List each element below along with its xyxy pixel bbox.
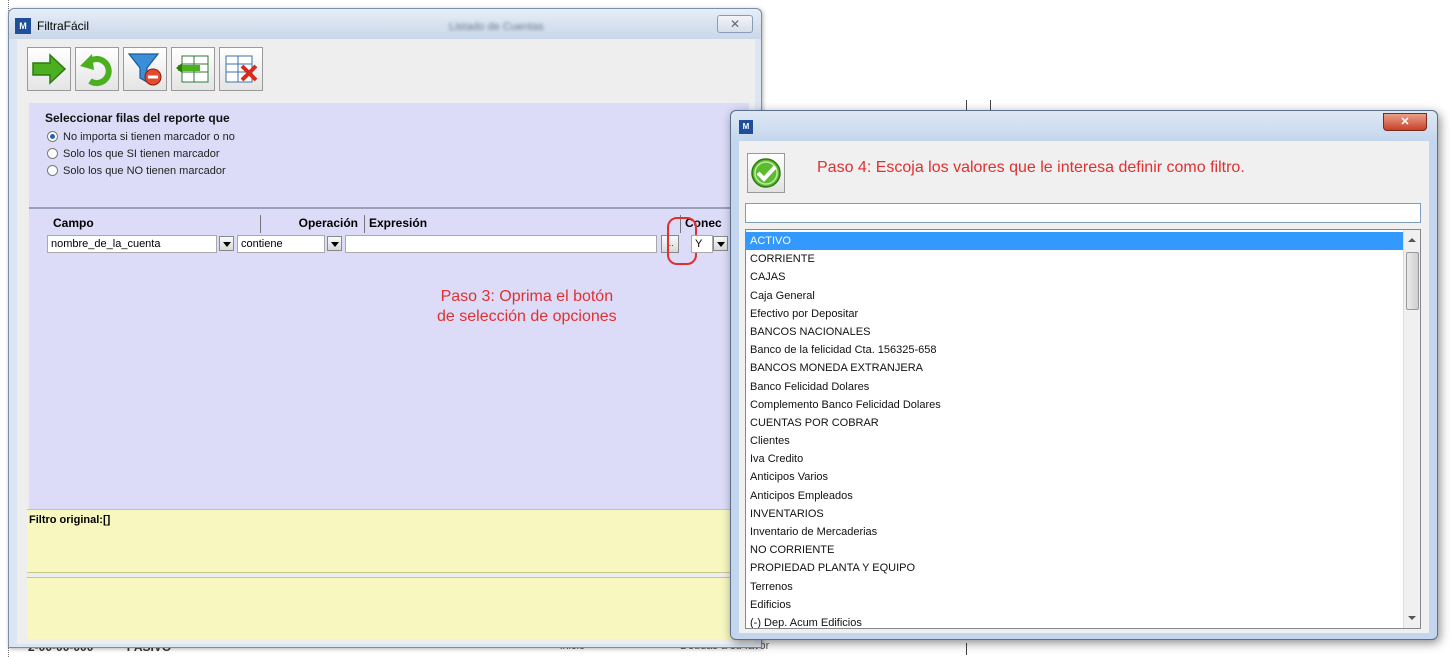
row-selection-panel: Seleccionar filas del reporte que No imp…	[29, 103, 749, 207]
filtrafacil-window: M FiltraFácil Listado de Cuentas ✕ Selec…	[8, 8, 762, 648]
list-item[interactable]: Efectivo por Depositar	[746, 305, 1406, 323]
radio-button[interactable]	[47, 131, 58, 142]
delete-row-button[interactable]	[219, 47, 263, 91]
list-item[interactable]: CORRIENTE	[746, 250, 1406, 268]
list-item[interactable]: BANCOS NACIONALES	[746, 323, 1406, 341]
apply-filter-button[interactable]	[27, 47, 71, 91]
window-titlebar[interactable]: M FiltraFácil Listado de Cuentas ✕	[9, 9, 761, 39]
insert-row-icon	[176, 55, 209, 83]
dialog-titlebar[interactable]: M ✕	[731, 111, 1437, 141]
list-item[interactable]: Anticipos Empleados	[746, 487, 1406, 505]
list-item[interactable]: Clientes	[746, 432, 1406, 450]
funnel-remove-icon	[127, 53, 162, 86]
scroll-thumb[interactable]	[1406, 252, 1419, 310]
dialog-close-button[interactable]: ✕	[1383, 113, 1427, 131]
annotation-line: de selección de opciones	[437, 308, 617, 325]
list-item[interactable]: CAJAS	[746, 268, 1406, 286]
accept-button[interactable]	[747, 153, 785, 193]
undo-button[interactable]	[75, 47, 119, 91]
list-item[interactable]: PROPIEDAD PLANTA Y EQUIPO	[746, 559, 1406, 577]
radio-label: Solo los que NO tienen marcador	[63, 165, 226, 177]
operacion-select[interactable]: contiene	[237, 235, 325, 253]
scroll-up-icon[interactable]	[1408, 238, 1416, 242]
radio-option-any[interactable]: No importa si tienen marcador o no	[47, 131, 235, 145]
list-item[interactable]: CUENTAS POR COBRAR	[746, 414, 1406, 432]
list-item[interactable]: Edificios	[746, 596, 1406, 614]
close-button[interactable]: ✕	[717, 15, 753, 33]
dialog-body: Paso 4: Escoja los valores que le intere…	[739, 141, 1429, 633]
window-title: FiltraFácil	[37, 19, 90, 33]
list-item[interactable]: ACTIVO	[746, 232, 1406, 251]
list-item[interactable]: INVENTARIOS	[746, 505, 1406, 523]
list-item[interactable]: Iva Credito	[746, 450, 1406, 468]
conec-dropdown-button[interactable]	[713, 236, 728, 251]
scroll-down-icon[interactable]	[1408, 616, 1416, 620]
radio-button[interactable]	[47, 165, 58, 176]
value-search-input[interactable]	[745, 203, 1421, 223]
values-list-items: ACTIVO CORRIENTE CAJAS Caja General Efectivo…	[746, 232, 1406, 628]
selection-heading: Seleccionar filas del reporte que	[45, 111, 230, 125]
campo-dropdown-button[interactable]	[219, 236, 234, 251]
app-icon: M	[739, 120, 753, 134]
list-item[interactable]: NO CORRIENTE	[746, 541, 1406, 559]
list-item[interactable]: Inventario de Mercaderias	[746, 523, 1406, 541]
column-header-expresion[interactable]: Expresión	[365, 215, 681, 233]
annotation-line: Paso 3: Oprima el botón	[440, 288, 614, 305]
value-picker-dialog: M ✕ Paso 4: Escoja los valores que le in…	[730, 110, 1438, 640]
vertical-scrollbar[interactable]	[1403, 230, 1420, 628]
report-tick	[966, 643, 967, 655]
operacion-dropdown-button[interactable]	[327, 236, 342, 251]
list-item[interactable]: Caja General	[746, 287, 1406, 305]
values-listbox[interactable]: ACTIVO CORRIENTE CAJAS Caja General Efectivo…	[745, 229, 1421, 629]
green-arrow-right-icon	[32, 53, 67, 85]
list-item[interactable]: BANCOS MONEDA EXTRANJERA	[746, 359, 1406, 377]
radio-option-with-marker[interactable]: Solo los que SI tienen marcador	[47, 148, 220, 162]
delete-row-icon	[225, 55, 258, 83]
window-body: Seleccionar filas del reporte que No imp…	[17, 39, 755, 644]
paso4-instruction: Paso 4: Escoja los valores que le intere…	[817, 159, 1245, 176]
remove-filter-button[interactable]	[123, 47, 167, 91]
column-header-operacion[interactable]: Operación	[261, 215, 365, 233]
undo-arrow-icon	[80, 54, 112, 86]
radio-label: No importa si tienen marcador o no	[63, 131, 235, 143]
radio-option-without-marker[interactable]: Solo los que NO tienen marcador	[47, 165, 226, 179]
green-check-icon	[751, 158, 781, 188]
campo-select[interactable]: nombre_de_la_cuenta	[47, 235, 217, 253]
list-item[interactable]: Banco Felicidad Dolares	[746, 378, 1406, 396]
filter-grid-panel: Campo Operación Expresión Conec nombre_d…	[29, 207, 749, 509]
list-item[interactable]: Anticipos Varios	[746, 468, 1406, 486]
toolbar	[17, 39, 755, 103]
grid-header: Campo Operación Expresión Conec	[39, 215, 741, 233]
list-item[interactable]: Banco de la felicidad Cta. 156325-658	[746, 341, 1406, 359]
original-filter-label: Filtro original:[]	[29, 514, 111, 526]
insert-row-button[interactable]	[171, 47, 215, 91]
list-item[interactable]: Complemento Banco Felicidad Dolares	[746, 396, 1406, 414]
expresion-input[interactable]	[345, 235, 657, 253]
list-item[interactable]: Terrenos	[746, 578, 1406, 596]
filter-preview-panel[interactable]	[27, 577, 751, 639]
original-filter-panel: Filtro original:[]	[27, 509, 751, 573]
radio-label: Solo los que SI tienen marcador	[63, 148, 220, 160]
app-icon: M	[15, 18, 31, 34]
blurred-background-title: Listado de Cuentas	[449, 21, 544, 33]
annotation-paso3: Paso 3: Oprima el botón de selección de …	[437, 287, 617, 327]
column-header-campo[interactable]: Campo	[49, 215, 261, 233]
radio-button[interactable]	[47, 148, 58, 159]
list-item[interactable]: (-) Dep. Acum Edificios	[746, 614, 1406, 628]
conec-select[interactable]: Y	[691, 235, 713, 253]
